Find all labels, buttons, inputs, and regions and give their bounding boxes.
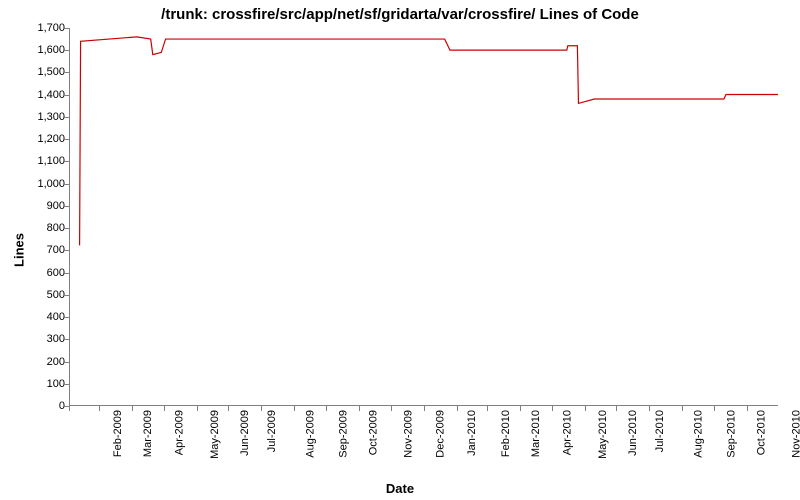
y-tick-label: 1,300 xyxy=(15,111,65,123)
x-tick xyxy=(457,406,458,411)
y-tick xyxy=(64,295,69,296)
x-tick-label: Jan-2010 xyxy=(466,410,478,456)
y-tick xyxy=(64,206,69,207)
y-tick xyxy=(64,161,69,162)
x-tick-label: Oct-2010 xyxy=(755,410,767,455)
y-tick xyxy=(64,339,69,340)
x-tick xyxy=(164,406,165,411)
x-tick xyxy=(197,406,198,411)
x-tick xyxy=(552,406,553,411)
y-tick-label: 800 xyxy=(15,222,65,234)
data-series-line xyxy=(80,37,778,245)
x-tick-label: Apr-2009 xyxy=(173,410,185,455)
x-tick-label: Jul-2010 xyxy=(655,410,667,452)
y-tick-label: 900 xyxy=(15,200,65,212)
x-axis-label: Date xyxy=(0,481,800,496)
x-tick-label: Dec-2009 xyxy=(435,410,447,458)
x-tick-label: Sep-2010 xyxy=(726,410,738,458)
y-tick-label: 1,600 xyxy=(15,44,65,56)
y-tick xyxy=(64,28,69,29)
y-tick xyxy=(64,117,69,118)
y-tick-label: 1,500 xyxy=(15,66,65,78)
x-tick-label: Nov-2009 xyxy=(403,410,415,458)
x-tick-label: Feb-2010 xyxy=(500,410,512,457)
x-tick xyxy=(585,406,586,411)
y-tick xyxy=(64,95,69,96)
y-tick-label: 1,000 xyxy=(15,178,65,190)
x-tick-label: Jul-2009 xyxy=(267,410,279,452)
x-tick-label: Mar-2010 xyxy=(530,410,542,457)
y-tick xyxy=(64,273,69,274)
y-tick xyxy=(64,317,69,318)
y-tick-label: 200 xyxy=(15,356,65,368)
x-tick-label: May-2010 xyxy=(597,410,609,459)
x-tick xyxy=(99,406,100,411)
y-tick xyxy=(64,362,69,363)
x-tick xyxy=(487,406,488,411)
x-tick xyxy=(520,406,521,411)
y-tick-label: 100 xyxy=(15,378,65,390)
y-tick xyxy=(64,72,69,73)
x-tick xyxy=(228,406,229,411)
x-tick xyxy=(649,406,650,411)
x-tick xyxy=(616,406,617,411)
x-tick xyxy=(747,406,748,411)
x-tick-label: May-2009 xyxy=(209,410,221,459)
x-tick-label: Aug-2009 xyxy=(305,410,317,458)
x-tick xyxy=(714,406,715,411)
y-tick-label: 1,700 xyxy=(15,22,65,34)
x-tick-label: Mar-2009 xyxy=(142,410,154,457)
line-chart-svg xyxy=(70,28,778,405)
y-tick xyxy=(64,228,69,229)
chart-title: /trunk: crossfire/src/app/net/sf/gridart… xyxy=(0,6,800,23)
x-tick xyxy=(424,406,425,411)
x-tick xyxy=(261,406,262,411)
y-tick-label: 1,400 xyxy=(15,89,65,101)
x-tick xyxy=(391,406,392,411)
y-tick xyxy=(64,250,69,251)
y-tick-label: 400 xyxy=(15,311,65,323)
x-tick-label: Sep-2009 xyxy=(338,410,350,458)
x-tick xyxy=(682,406,683,411)
y-tick xyxy=(64,384,69,385)
x-tick-label: Jun-2009 xyxy=(238,410,250,456)
x-tick-label: Aug-2010 xyxy=(693,410,705,458)
x-tick xyxy=(294,406,295,411)
x-tick-label: Apr-2010 xyxy=(561,410,573,455)
y-tick-label: 1,200 xyxy=(15,133,65,145)
y-tick xyxy=(64,184,69,185)
plot-area xyxy=(69,28,778,406)
y-tick-label: 1,100 xyxy=(15,155,65,167)
x-tick-label: Oct-2009 xyxy=(367,410,379,455)
x-tick xyxy=(69,406,70,411)
y-tick xyxy=(64,139,69,140)
y-tick xyxy=(64,50,69,51)
x-tick xyxy=(132,406,133,411)
y-tick-label: 300 xyxy=(15,333,65,345)
y-tick-label: 500 xyxy=(15,289,65,301)
x-tick-label: Jun-2010 xyxy=(626,410,638,456)
y-tick-label: 600 xyxy=(15,267,65,279)
x-tick xyxy=(326,406,327,411)
y-tick-label: 700 xyxy=(15,244,65,256)
y-tick-label: 0 xyxy=(15,400,65,412)
x-tick-label: Nov-2010 xyxy=(791,410,800,458)
x-tick-label: Feb-2009 xyxy=(112,410,124,457)
x-tick xyxy=(359,406,360,411)
